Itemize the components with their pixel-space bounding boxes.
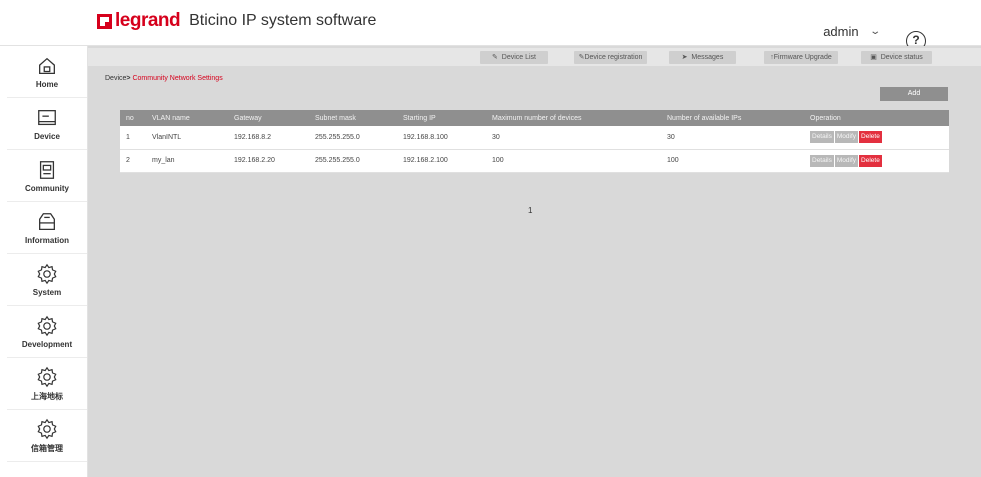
- cell-no: 2: [120, 149, 146, 173]
- brand-logo: legrand Bticino IP system software: [97, 10, 376, 32]
- breadcrumb-parent[interactable]: Device: [105, 75, 126, 82]
- sidebar-item-label: 上海地标: [31, 391, 63, 401]
- sidebar-item-mailbox[interactable]: 信箱管理: [7, 410, 87, 462]
- sidebar-item-development[interactable]: Development: [7, 306, 87, 358]
- sidebar-item-system[interactable]: System: [7, 254, 87, 306]
- sidebar-item-home[interactable]: Home: [7, 46, 87, 98]
- device-registration-button[interactable]: ✎Device registration: [574, 51, 647, 64]
- sidebar-item-label: Information: [25, 235, 69, 245]
- table-row: 1 VlanINTL 192.168.8.2 255.255.255.0 192…: [120, 126, 949, 150]
- sidebar-item-label: Community: [25, 183, 69, 193]
- col-operation: Operation: [804, 110, 949, 126]
- app-window: legrand Bticino IP system software admin…: [0, 0, 981, 477]
- cell-no: 1: [120, 126, 146, 150]
- info-box-icon: [39, 212, 55, 230]
- col-no: no: [120, 110, 146, 126]
- col-available-ips: Number of available IPs: [661, 110, 804, 126]
- sidebar-item-information[interactable]: Information: [7, 202, 87, 254]
- cell-gateway: 192.168.8.2: [228, 126, 309, 150]
- cell-starting-ip: 192.168.8.100: [397, 126, 486, 150]
- chevron-down-icon: ⌄: [868, 26, 881, 37]
- sidebar-item-landmark[interactable]: 上海地标: [7, 358, 87, 410]
- content-area: ✎ Device List ✎Device registration ➤ Mes…: [88, 46, 981, 477]
- details-button[interactable]: Details: [810, 131, 834, 144]
- cell-starting-ip: 192.168.2.100: [397, 149, 486, 173]
- cell-vlan-name: VlanINTL: [146, 126, 228, 150]
- device-list-button[interactable]: ✎ Device List: [480, 51, 548, 64]
- breadcrumb-current: Community Network Settings: [132, 75, 223, 82]
- top-header: legrand Bticino IP system software admin…: [0, 0, 981, 51]
- cell-subnet-mask: 255.255.255.0: [309, 126, 397, 150]
- sidebar-item-label: Device: [34, 131, 60, 141]
- add-button[interactable]: Add: [880, 87, 948, 101]
- col-subnet-mask: Subnet mask: [309, 110, 397, 126]
- cell-max-devices: 100: [486, 149, 661, 173]
- device-status-button[interactable]: ▣ Device status: [861, 51, 932, 64]
- legrand-logo-icon: [97, 13, 112, 29]
- details-button[interactable]: Details: [810, 154, 834, 167]
- sidebar-item-community[interactable]: Community: [7, 150, 87, 202]
- breadcrumb-separator-icon: >: [126, 75, 131, 82]
- username: admin: [823, 24, 859, 39]
- cell-max-devices: 30: [486, 126, 661, 150]
- firmware-upgrade-button[interactable]: ↑Firmware Upgrade: [764, 51, 838, 64]
- home-icon: [39, 57, 55, 74]
- breadcrumb: Device> Community Network Settings: [105, 75, 223, 82]
- cell-available-ips: 30: [661, 126, 804, 150]
- sidebar-item-device[interactable]: Device: [7, 98, 87, 150]
- sidebar: Home Device Community Information System…: [7, 46, 88, 477]
- messages-button[interactable]: ➤ Messages: [669, 51, 736, 64]
- cell-gateway: 192.168.2.20: [228, 149, 309, 173]
- toolbar: ✎ Device List ✎Device registration ➤ Mes…: [88, 48, 981, 66]
- sidebar-item-label: Home: [35, 79, 59, 89]
- user-menu[interactable]: admin ⌄: [823, 24, 881, 39]
- pagination-page[interactable]: 1: [528, 206, 532, 215]
- delete-button[interactable]: Delete: [859, 154, 882, 167]
- col-vlan-name: VLAN name: [146, 110, 228, 126]
- gear-icon: [37, 418, 57, 439]
- table-row: 2 my_lan 192.168.2.20 255.255.255.0 192.…: [120, 149, 949, 173]
- col-max-devices: Maximum number of devices: [486, 110, 661, 126]
- gear-icon: [37, 263, 57, 284]
- sidebar-item-label: System: [32, 287, 62, 297]
- app-title: Bticino IP system software: [189, 12, 377, 29]
- delete-button[interactable]: Delete: [859, 131, 882, 144]
- cell-operation: Details Modify Delete: [804, 149, 949, 173]
- col-gateway: Gateway: [228, 110, 309, 126]
- gear-icon: [37, 315, 57, 336]
- monitor-icon: [38, 109, 56, 125]
- sidebar-item-label: 信箱管理: [31, 443, 63, 453]
- cell-vlan-name: my_lan: [146, 149, 228, 173]
- vlan-table: no VLAN name Gateway Subnet mask Startin…: [120, 110, 949, 173]
- cell-subnet-mask: 255.255.255.0: [309, 149, 397, 173]
- cell-available-ips: 100: [661, 149, 804, 173]
- col-starting-ip: Starting IP: [397, 110, 486, 126]
- send-icon: ➤: [681, 54, 688, 61]
- status-box-icon: ▣: [870, 54, 877, 61]
- panel-icon: [39, 160, 55, 179]
- sidebar-item-label: Development: [21, 339, 73, 349]
- gear-icon: [37, 366, 57, 387]
- brand-name: legrand: [115, 10, 181, 31]
- cell-operation: Details Modify Delete: [804, 126, 949, 150]
- modify-button[interactable]: Modify: [834, 154, 859, 167]
- wrench-icon: ✎: [492, 54, 498, 61]
- table-header-row: no VLAN name Gateway Subnet mask Startin…: [120, 110, 949, 126]
- modify-button[interactable]: Modify: [834, 131, 859, 144]
